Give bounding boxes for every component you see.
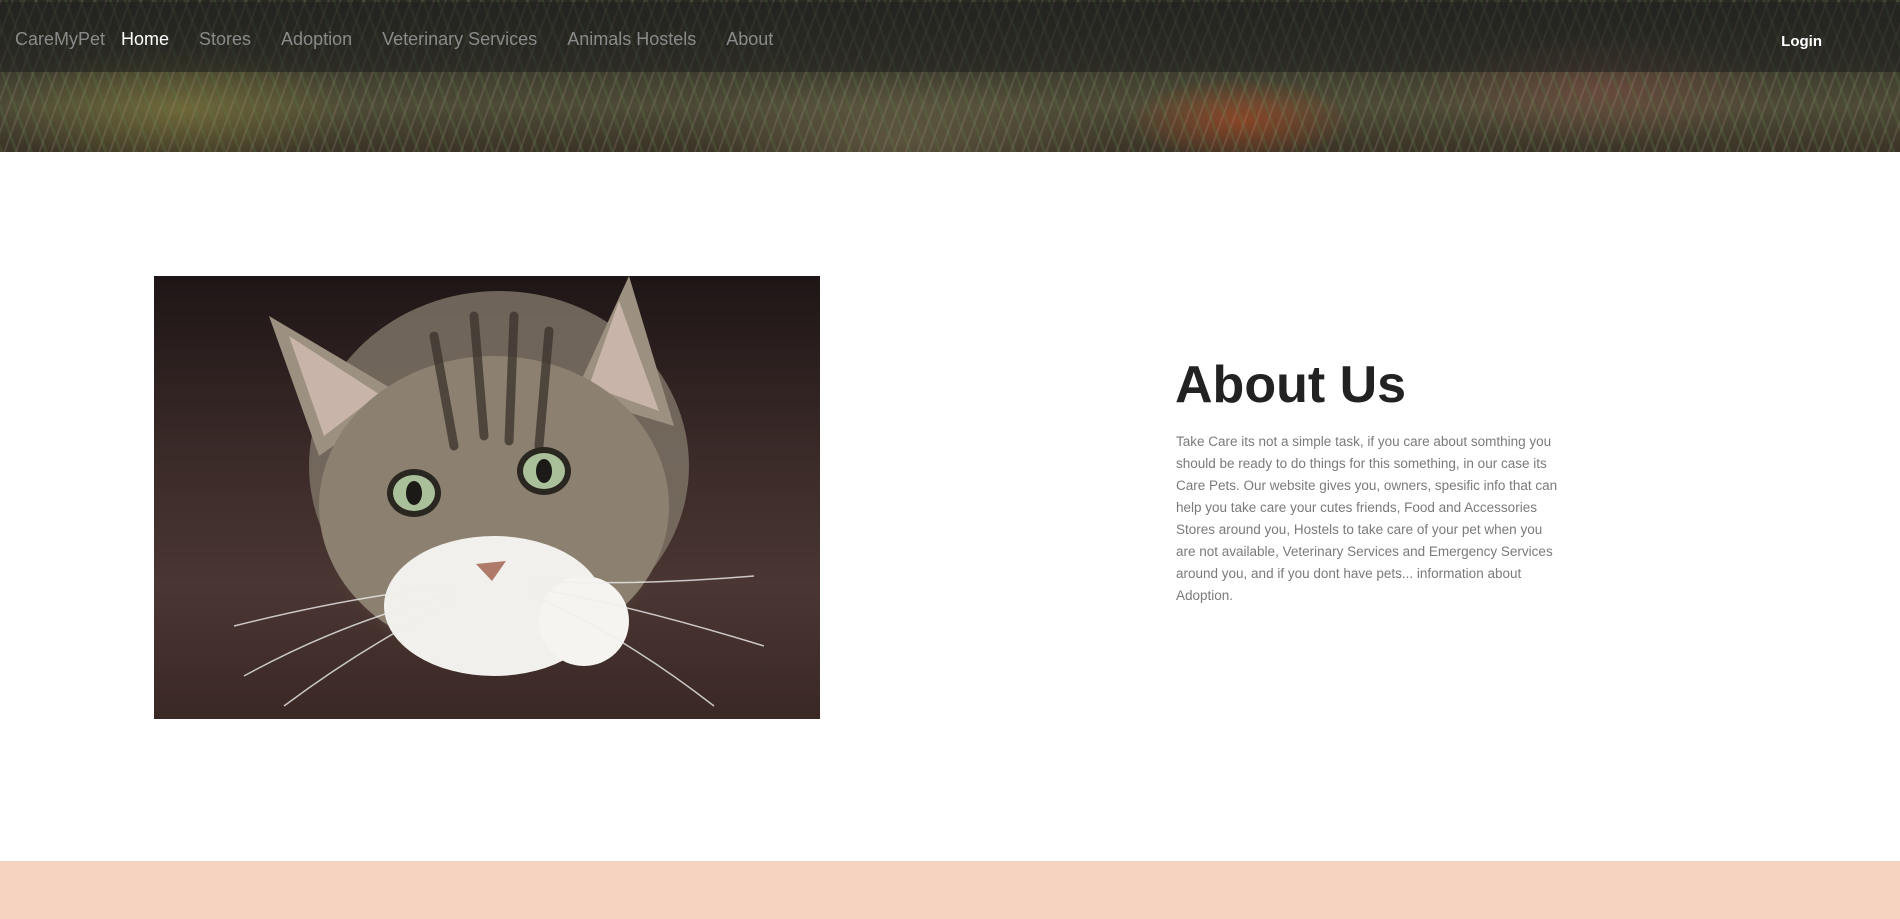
nav-links: Home Stores Adoption Veterinary Services…	[121, 29, 803, 50]
about-us-description: Take Care its not a simple task, if you …	[1176, 434, 1558, 603]
footer-band	[0, 861, 1900, 919]
cat-photo	[154, 276, 820, 719]
nav-adoption[interactable]: Adoption	[281, 29, 352, 50]
nav-about[interactable]: About	[726, 29, 773, 50]
nav-animals-hostels[interactable]: Animals Hostels	[567, 29, 696, 50]
top-navbar: CareMyPet Home Stores Adoption Veterinar…	[0, 2, 1900, 72]
nav-home[interactable]: Home	[121, 29, 169, 50]
nav-veterinary-services[interactable]: Veterinary Services	[382, 29, 537, 50]
about-us-heading: About Us	[1175, 356, 1407, 414]
login-button[interactable]: Login	[1781, 33, 1822, 50]
brand-logo[interactable]: CareMyPet	[15, 29, 105, 50]
nav-stores[interactable]: Stores	[199, 29, 251, 50]
